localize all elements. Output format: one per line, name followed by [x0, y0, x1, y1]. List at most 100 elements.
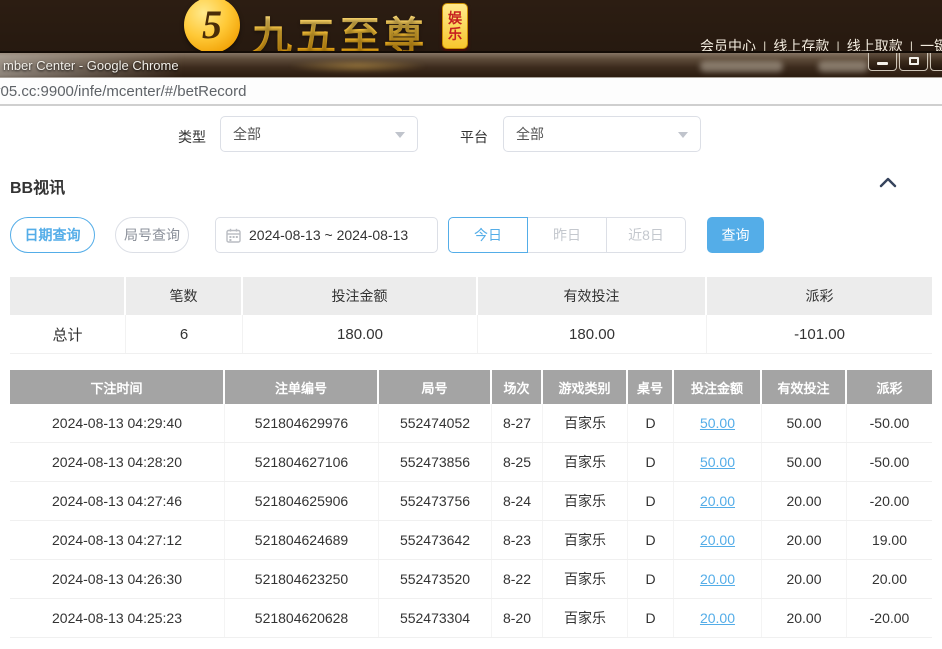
header-session: 场次 — [492, 370, 543, 404]
table-row: 2024-08-13 04:25:23521804620628552473304… — [10, 599, 932, 638]
search-button-label: 查询 — [722, 225, 750, 245]
summary-count-value: 6 — [126, 315, 243, 353]
chevron-down-icon — [395, 132, 405, 138]
type-filter-select[interactable]: 全部 — [220, 116, 418, 152]
round-query-label: 局号查询 — [124, 225, 180, 245]
yesterday-button[interactable]: 昨日 — [527, 217, 607, 253]
bet-amount-link[interactable]: 50.00 — [700, 415, 735, 431]
minimize-icon — [877, 62, 888, 65]
today-label: 今日 — [474, 225, 502, 245]
bet-amount-link[interactable]: 50.00 — [700, 454, 735, 470]
table-row: 2024-08-13 04:27:46521804625906552473756… — [10, 482, 932, 521]
date-range-input[interactable]: 2024-08-13 ~ 2024-08-13 — [215, 217, 438, 253]
summary-header-empty — [10, 277, 126, 315]
valid-bet-cell: 20.00 — [762, 560, 847, 598]
table-number-cell: D — [628, 521, 674, 559]
bet-record-page: 类型 全部 平台 全部 BB视讯 日期查询 局号查询 2024-08-13 ~ … — [0, 106, 942, 649]
bet-number-cell: 521804623250 — [225, 560, 379, 598]
valid-bet-cell: 20.00 — [762, 482, 847, 520]
section-title: BB视讯 — [10, 174, 65, 198]
today-button[interactable]: 今日 — [448, 217, 528, 253]
type-filter-value: 全部 — [233, 124, 261, 144]
session-cell: 8-27 — [492, 404, 543, 442]
header-bet-time: 下注时间 — [10, 370, 225, 404]
header-game-type: 游戏类别 — [543, 370, 628, 404]
round-number-cell: 552474052 — [379, 404, 492, 442]
bet-number-cell: 521804620628 — [225, 599, 379, 637]
blurred-user-info — [700, 61, 783, 72]
bet-amount-cell: 50.00 — [674, 443, 762, 481]
payout-cell: 19.00 — [847, 521, 932, 559]
platform-filter-select[interactable]: 全部 — [503, 116, 701, 152]
last-8-days-label: 近8日 — [628, 225, 664, 245]
header-payout: 派彩 — [847, 370, 932, 404]
bet-amount-link[interactable]: 20.00 — [700, 610, 735, 626]
bet-amount-cell: 20.00 — [674, 599, 762, 637]
header-bet-number: 注单编号 — [225, 370, 379, 404]
detail-rows: 2024-08-13 04:29:40521804629976552474052… — [10, 404, 932, 638]
bet-number-cell: 521804625906 — [225, 482, 379, 520]
table-number-cell: D — [628, 482, 674, 520]
summary-payout-value: -101.00 — [707, 315, 932, 353]
close-button[interactable] — [930, 51, 942, 71]
entertainment-badge: 娱 乐 — [442, 3, 468, 49]
round-number-cell: 552473642 — [379, 521, 492, 559]
game-type-cell: 百家乐 — [543, 599, 628, 637]
table-row: 2024-08-13 04:28:20521804627106552473856… — [10, 443, 932, 482]
quick-range-segment: 今日 昨日 近8日 — [448, 217, 686, 253]
header-valid-bet: 有效投注 — [762, 370, 847, 404]
payout-cell: -50.00 — [847, 443, 932, 481]
platform-filter-label: 平台 — [460, 127, 488, 147]
round-number-cell: 552473304 — [379, 599, 492, 637]
bet-amount-cell: 50.00 — [674, 404, 762, 442]
header-round-number: 局号 — [379, 370, 492, 404]
bet-number-cell: 521804627106 — [225, 443, 379, 481]
table-number-cell: D — [628, 404, 674, 442]
header-table-number: 桌号 — [628, 370, 674, 404]
session-cell: 8-24 — [492, 482, 543, 520]
window-title: mber Center - Google Chrome — [3, 58, 179, 73]
game-type-cell: 百家乐 — [543, 404, 628, 442]
bet-number-cell: 521804629976 — [225, 404, 379, 442]
bet-amount-cell: 20.00 — [674, 521, 762, 559]
collapse-section-button[interactable] — [876, 173, 900, 193]
summary-header-count: 笔数 — [126, 277, 243, 315]
payout-cell: -20.00 — [847, 599, 932, 637]
game-type-cell: 百家乐 — [543, 443, 628, 481]
titlebar-decoration — [288, 59, 428, 73]
session-cell: 8-22 — [492, 560, 543, 598]
bet-amount-link[interactable]: 20.00 — [700, 571, 735, 587]
bet-time-cell: 2024-08-13 04:26:30 — [10, 560, 225, 598]
payout-cell: 20.00 — [847, 560, 932, 598]
chevron-down-icon — [678, 132, 688, 138]
blurred-balance — [818, 61, 868, 72]
maximize-button[interactable] — [899, 51, 928, 71]
site-banner: 5 九五至尊 娱 乐 会员中心|线上存款|线上取款|一键转 — [0, 0, 942, 53]
address-bar[interactable]: v05.cc:9900/infe/mcenter/#/betRecord — [0, 77, 942, 106]
last-8-days-button[interactable]: 近8日 — [606, 217, 686, 253]
bet-amount-cell: 20.00 — [674, 560, 762, 598]
platform-filter-value: 全部 — [516, 124, 544, 144]
round-number-cell: 552473856 — [379, 443, 492, 481]
search-button[interactable]: 查询 — [707, 217, 764, 253]
table-number-cell: D — [628, 560, 674, 598]
summary-header-valid-bet: 有效投注 — [478, 277, 707, 315]
summary-header-row: 笔数 投注金额 有效投注 派彩 — [10, 277, 932, 315]
maximize-icon — [909, 57, 919, 65]
tab-date-query[interactable]: 日期查询 — [10, 217, 95, 253]
bet-amount-link[interactable]: 20.00 — [700, 532, 735, 548]
badge-char-top: 娱 — [448, 11, 462, 26]
detail-header-row: 下注时间 注单编号 局号 场次 游戏类别 桌号 投注金额 有效投注 派彩 — [10, 370, 932, 404]
summary-header-payout: 派彩 — [707, 277, 932, 315]
yesterday-label: 昨日 — [553, 225, 581, 245]
tab-round-query[interactable]: 局号查询 — [115, 217, 189, 253]
session-cell: 8-20 — [492, 599, 543, 637]
screen: 5 九五至尊 娱 乐 会员中心|线上存款|线上取款|一键转 mber Cente… — [0, 0, 942, 649]
bet-amount-link[interactable]: 20.00 — [700, 493, 735, 509]
logo-number: 5 — [202, 5, 222, 45]
minimize-button[interactable] — [868, 51, 897, 71]
table-row: 2024-08-13 04:26:30521804623250552473520… — [10, 560, 932, 599]
brand-logo-icon: 5 — [184, 0, 240, 53]
game-type-cell: 百家乐 — [543, 482, 628, 520]
date-query-label: 日期查询 — [25, 225, 81, 245]
